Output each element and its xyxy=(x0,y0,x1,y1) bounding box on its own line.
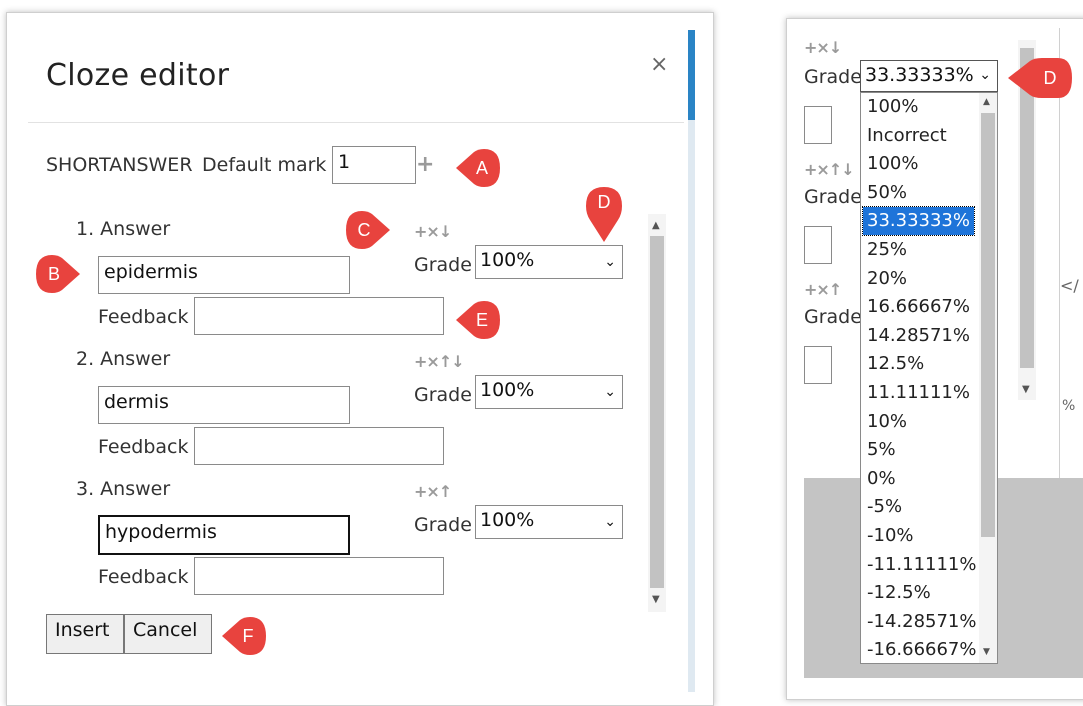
grade-options-list[interactable]: 100% Incorrect 100% 50% 33.33333% 25% 20… xyxy=(860,92,998,664)
callout-f-label: F xyxy=(242,626,254,646)
answer-2-tools-icon[interactable]: +×↑↓ xyxy=(414,352,465,371)
right-tools-3-icon[interactable]: +×↑ xyxy=(804,280,842,299)
default-mark-label: Default mark xyxy=(202,154,327,176)
feedback-3-input[interactable] xyxy=(194,557,444,595)
grade-option[interactable]: 0% xyxy=(867,465,896,493)
callout-d-right-label: D xyxy=(1043,68,1057,88)
grade-option[interactable]: -14.28571% xyxy=(867,608,977,636)
feedback-2-label: Feedback xyxy=(98,436,189,458)
grade-option-selected[interactable]: 33.33333% xyxy=(862,206,975,237)
grade-option[interactable]: 10% xyxy=(867,408,907,436)
feedback-1-input[interactable] xyxy=(194,297,444,335)
scroll-up-icon[interactable]: ▲ xyxy=(652,220,660,231)
answer-2-input[interactable]: dermis xyxy=(98,386,350,424)
dialog-title: Cloze editor xyxy=(46,58,230,93)
feedback-2-input[interactable] xyxy=(194,427,444,465)
right-grade-label: Grade xyxy=(804,66,862,88)
right-tools-2-icon[interactable]: +×↑↓ xyxy=(804,160,855,179)
answer-2-label: 2. Answer xyxy=(76,348,171,370)
background-accent-bar xyxy=(688,30,695,692)
callout-e-label: E xyxy=(475,310,488,330)
right-tools-1-icon[interactable]: +×↓ xyxy=(804,38,842,57)
feedback-1-label: Feedback xyxy=(98,306,189,328)
answer-1-input[interactable]: epidermis xyxy=(98,256,350,294)
callout-b: B xyxy=(36,252,80,296)
right-answer-input-3[interactable] xyxy=(804,346,832,384)
grade-1-label: Grade xyxy=(414,254,472,276)
answer-3-label: 3. Answer xyxy=(76,478,171,500)
grade-1-value: 100% xyxy=(480,249,535,271)
callout-c-label: C xyxy=(357,220,371,240)
grade-option[interactable]: 25% xyxy=(867,236,907,264)
right-answer-input-2[interactable] xyxy=(804,226,832,264)
right-grade-select[interactable]: 33.33333% ⌄ xyxy=(860,60,998,92)
callout-f: F xyxy=(222,614,266,658)
close-icon[interactable]: × xyxy=(650,52,668,77)
callout-d-right: D xyxy=(1008,56,1072,100)
grade-3-label: Grade xyxy=(414,514,472,536)
grade-option[interactable]: -10% xyxy=(867,522,914,550)
callout-d-label: D xyxy=(597,192,611,212)
feedback-3-label: Feedback xyxy=(98,566,189,588)
cancel-button[interactable]: Cancel xyxy=(124,614,212,654)
scrollbar-thumb[interactable] xyxy=(650,236,664,588)
chevron-down-icon: ⌄ xyxy=(604,514,616,530)
callout-e: E xyxy=(456,298,500,342)
grade-2-select[interactable]: 100% ⌄ xyxy=(475,375,623,409)
grade-2-value: 100% xyxy=(480,379,535,401)
answer-1-tools-icon[interactable]: +×↓ xyxy=(414,222,452,241)
insert-button[interactable]: Insert xyxy=(46,614,124,654)
grade-option[interactable]: 12.5% xyxy=(867,350,924,378)
callout-d: D xyxy=(582,184,626,242)
callout-c: C xyxy=(346,208,390,252)
grade-option[interactable]: 14.28571% xyxy=(867,322,970,350)
grade-option[interactable]: 50% xyxy=(867,179,907,207)
right-grade-label-3: Grade xyxy=(804,306,862,328)
grade-option[interactable]: Incorrect xyxy=(867,122,947,150)
chevron-down-icon: ⌄ xyxy=(979,67,991,83)
default-mark-input[interactable]: 1 xyxy=(332,146,416,184)
grade-option[interactable]: 20% xyxy=(867,265,907,293)
grade-option[interactable]: 100% xyxy=(867,150,918,178)
grade-option[interactable]: -11.11111% xyxy=(867,551,977,579)
answer-3-tools-icon[interactable]: +×↑ xyxy=(414,482,452,501)
callout-b-label: B xyxy=(47,264,60,284)
right-grade-label-2: Grade xyxy=(804,186,862,208)
grade-1-select[interactable]: 100% ⌄ xyxy=(475,245,623,279)
answer-1-label: 1. Answer xyxy=(76,218,171,240)
grade-2-label: Grade xyxy=(414,384,472,406)
grade-3-value: 100% xyxy=(480,509,535,531)
callout-a: A xyxy=(456,146,500,190)
grade-option[interactable]: 5% xyxy=(867,436,896,464)
partial-text: % xyxy=(1062,398,1076,414)
question-type-label: SHORTANSWER xyxy=(46,154,193,176)
partial-text: </ xyxy=(1060,276,1079,295)
grade-option[interactable]: 100% xyxy=(867,93,918,121)
scroll-up-icon[interactable]: ▲ xyxy=(983,97,990,107)
options-scrollbar-thumb[interactable] xyxy=(981,113,995,537)
grade-3-select[interactable]: 100% ⌄ xyxy=(475,505,623,539)
scroll-down-icon[interactable]: ▼ xyxy=(983,647,990,657)
grade-option[interactable]: -5% xyxy=(867,493,902,521)
grade-option[interactable]: -16.66667% xyxy=(867,636,977,663)
header-divider xyxy=(28,122,684,123)
grade-option[interactable]: -12.5% xyxy=(867,579,931,607)
grade-option[interactable]: 16.66667% xyxy=(867,293,970,321)
right-grade-value: 33.33333% xyxy=(865,64,974,86)
grade-option[interactable]: 11.11111% xyxy=(867,379,970,407)
scroll-down-icon[interactable]: ▼ xyxy=(652,594,660,605)
add-answer-icon[interactable]: + xyxy=(416,152,434,177)
chevron-down-icon: ⌄ xyxy=(604,254,616,270)
answer-3-input[interactable]: hypodermis xyxy=(98,515,350,555)
chevron-down-icon: ⌄ xyxy=(604,384,616,400)
scroll-down-icon[interactable]: ▼ xyxy=(1022,384,1030,395)
callout-a-label: A xyxy=(475,158,488,178)
right-answer-input-1[interactable] xyxy=(804,106,832,144)
